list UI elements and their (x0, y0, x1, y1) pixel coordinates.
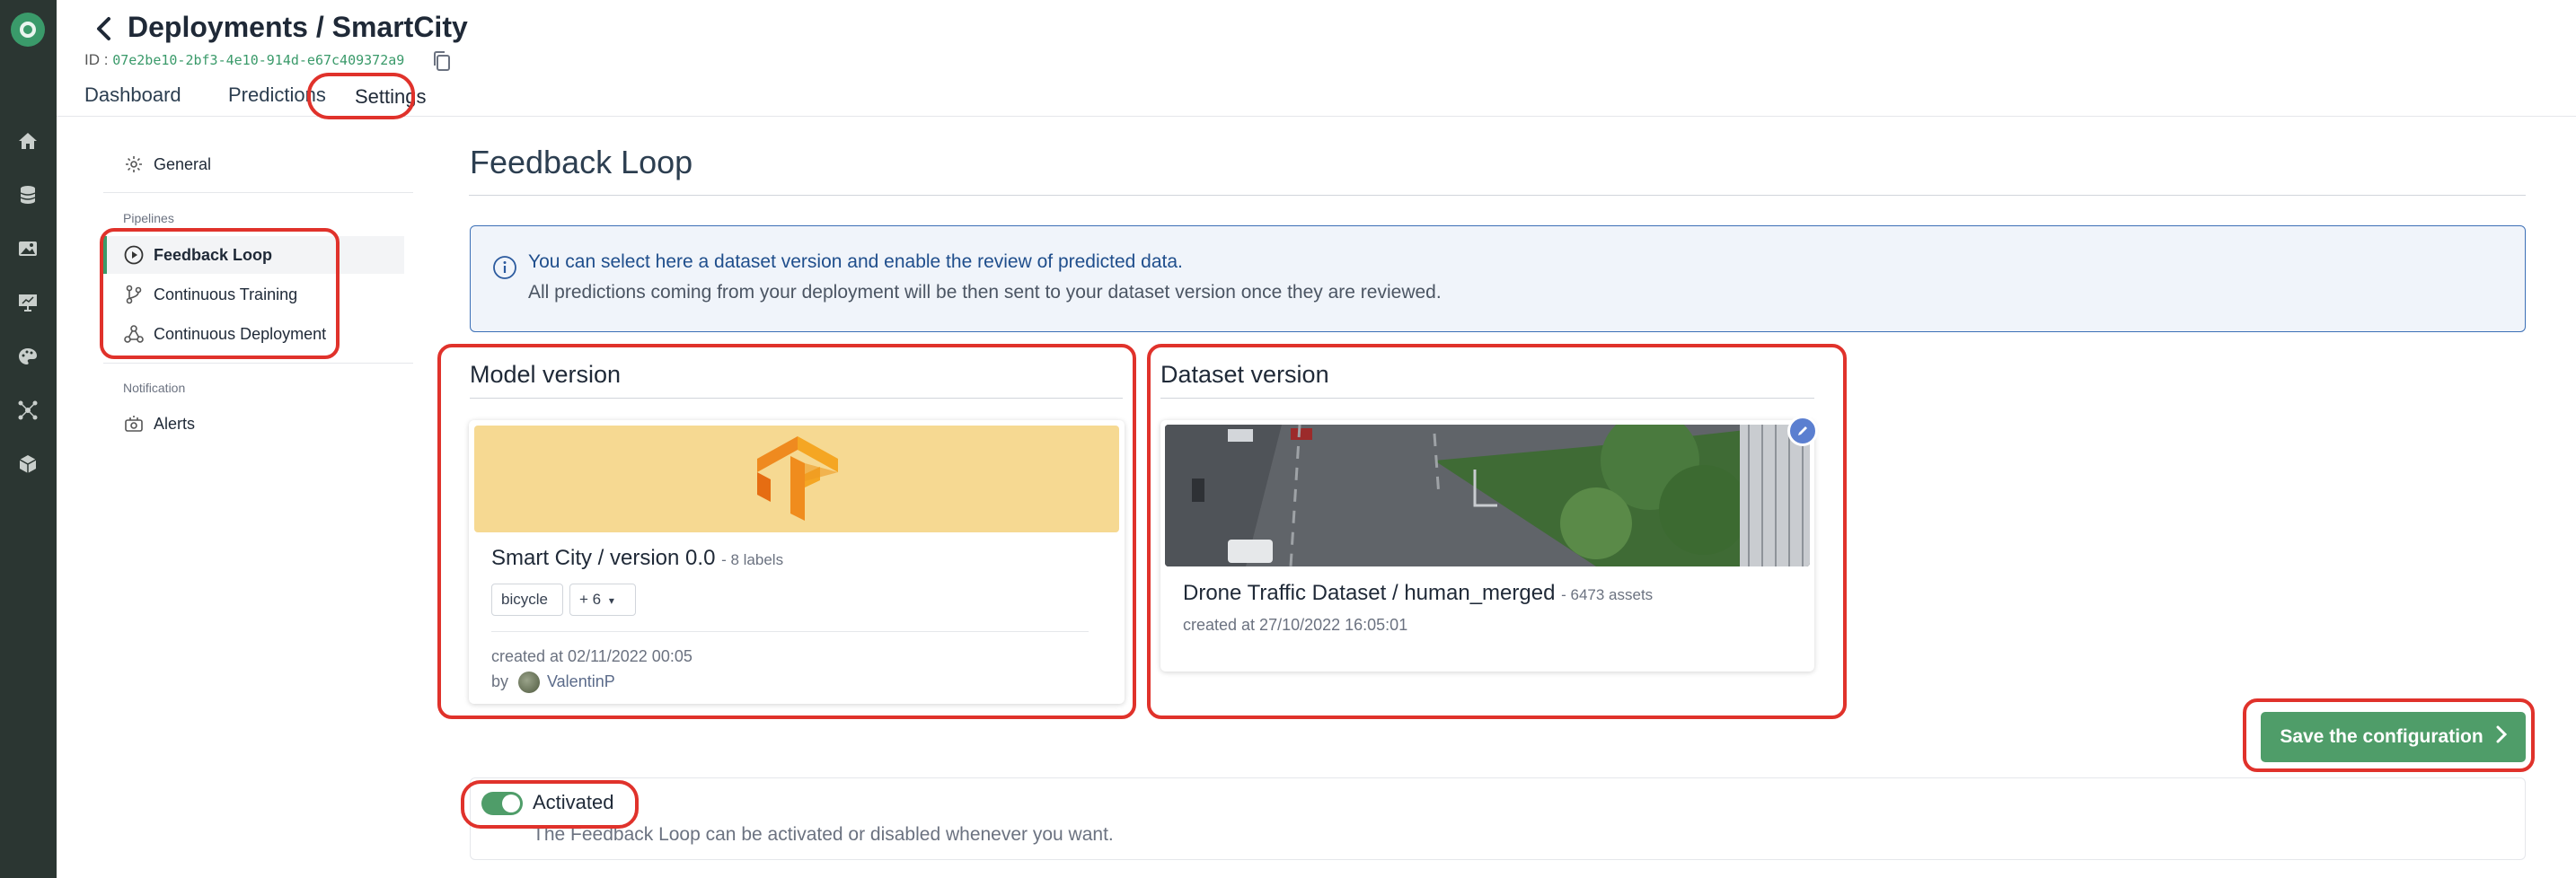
settings-sidebar: General Pipelines Feedback Loop Continuo… (103, 117, 413, 878)
info-text-secondary: All predictions coming from your deploym… (528, 282, 1442, 303)
sidebar-item-continuous-deployment[interactable]: Continuous Deployment (103, 315, 404, 353)
avatar (518, 672, 540, 693)
back-arrow-icon[interactable] (87, 13, 119, 45)
more-labels-dropdown[interactable]: + 6 ▾ (569, 584, 636, 616)
git-branch-icon (123, 284, 145, 305)
section-heading: Feedback Loop (470, 144, 693, 180)
activation-description: The Feedback Loop can be activated or di… (533, 824, 1114, 845)
alarm-icon (123, 413, 145, 435)
page-header: Deployments / SmartCity ID : 07e2be10-2b… (57, 0, 2576, 117)
divider (470, 398, 1123, 399)
sidebar-item-alerts[interactable]: Alerts (103, 405, 404, 443)
sidebar-item-continuous-training[interactable]: Continuous Training (103, 276, 404, 313)
app-logo[interactable] (11, 13, 45, 47)
model-name: Smart City / version 0.0 - 8 labels (491, 546, 783, 571)
activation-toggle[interactable] (481, 792, 523, 815)
sidebar-item-general[interactable]: General (103, 145, 404, 183)
tensorflow-logo-icon (754, 435, 842, 524)
gear-icon (123, 154, 145, 175)
divider (1160, 398, 1814, 399)
dataset-card[interactable]: Drone Traffic Dataset / human_merged - 6… (1160, 416, 1818, 672)
dataset-name: Drone Traffic Dataset / human_merged - 6… (1183, 581, 1653, 606)
divider (491, 631, 1089, 632)
palette-icon[interactable] (14, 343, 41, 370)
sidebar-item-label: Alerts (154, 414, 196, 433)
tab-dashboard[interactable]: Dashboard (84, 83, 183, 108)
info-alert: You can select here a dataset version an… (470, 225, 2526, 332)
image-icon[interactable] (14, 235, 41, 262)
id-value: 07e2be10-2bf3-4e10-914d-e67c409372a9 (112, 52, 405, 68)
presentation-icon[interactable] (14, 289, 41, 316)
network-icon[interactable] (14, 397, 41, 424)
dataset-created-at: created at 27/10/2022 16:05:01 (1183, 616, 1408, 634)
creator-username[interactable]: ValentinP (547, 672, 615, 691)
activation-label: Activated (533, 791, 614, 813)
webhook-icon (123, 323, 145, 345)
sidebar-item-label: General (154, 154, 212, 173)
database-icon[interactable] (14, 181, 41, 208)
notification-section-title: Notification (123, 381, 186, 395)
model-name-text: Smart City / version 0.0 (491, 546, 716, 570)
dataset-version-title: Dataset version (1160, 361, 1329, 388)
sidebar-item-feedback-loop[interactable]: Feedback Loop (103, 236, 404, 274)
assets-count: - 6473 assets (1561, 586, 1654, 603)
chevron-right-icon (2496, 725, 2507, 749)
created-by-label: by (491, 672, 509, 690)
save-configuration-button[interactable]: Save the configuration (2261, 712, 2526, 762)
dataset-name-text: Drone Traffic Dataset / human_merged (1183, 581, 1556, 605)
sidebar-item-label: Continuous Training (154, 285, 298, 303)
sidebar-item-label: Feedback Loop (154, 245, 273, 264)
labels-count: - 8 labels (721, 551, 784, 568)
pipelines-section-title: Pipelines (123, 211, 174, 225)
model-banner (474, 426, 1119, 532)
more-labels-count: + 6 (579, 591, 602, 608)
page-title: Deployments / SmartCity (128, 11, 468, 43)
dataset-preview-image (1165, 425, 1810, 566)
divider (103, 192, 413, 193)
heading-divider (469, 195, 2526, 196)
deployment-id: ID : 07e2be10-2bf3-4e10-914d-e67c409372a… (84, 51, 404, 69)
model-version-title: Model version (470, 361, 622, 388)
tab-settings[interactable]: Settings (355, 84, 436, 110)
tab-predictions[interactable]: Predictions (228, 83, 327, 108)
caret-down-icon: ▾ (608, 594, 614, 607)
model-created-at: created at 02/11/2022 00:05 (491, 647, 693, 665)
edit-pencil-icon[interactable] (1787, 416, 1818, 446)
play-circle-icon (123, 244, 145, 266)
activation-panel: Activated The Feedback Loop can be activ… (470, 777, 2526, 860)
label-chip: bicycle (491, 584, 563, 616)
copy-icon[interactable] (432, 50, 452, 72)
info-icon (492, 255, 517, 280)
sidebar-item-label: Continuous Deployment (154, 324, 327, 343)
save-button-label: Save the configuration (2280, 726, 2483, 747)
id-label: ID : (84, 51, 109, 68)
cube-icon[interactable] (14, 451, 41, 478)
info-text-primary: You can select here a dataset version an… (528, 251, 1183, 272)
divider (103, 363, 413, 364)
model-card[interactable]: Smart City / version 0.0 - 8 labels bicy… (469, 420, 1125, 704)
app-rail (0, 0, 57, 878)
home-icon[interactable] (14, 127, 41, 154)
